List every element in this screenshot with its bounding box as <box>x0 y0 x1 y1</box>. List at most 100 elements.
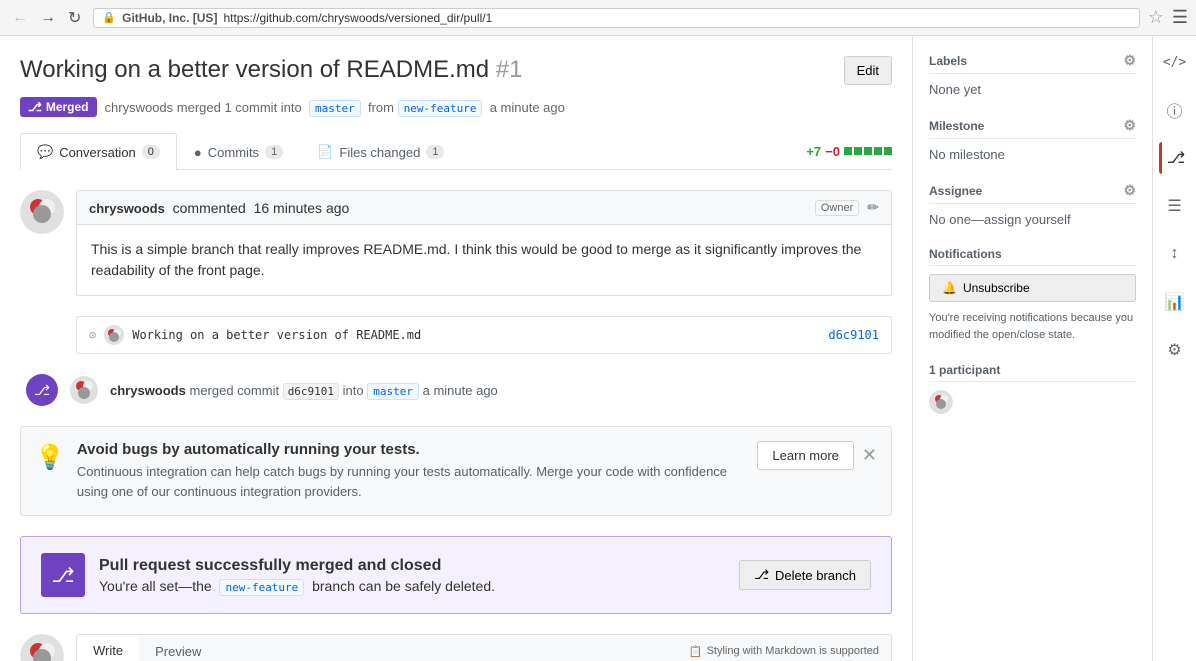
merged-success-desc: You're all set—the new-feature branch ca… <box>99 578 725 594</box>
comment-author: chryswoods <box>89 201 165 216</box>
pr-meta: ⎇ Merged chryswoods merged 1 commit into… <box>20 97 892 117</box>
tabs-bar: 💬 Conversation 0 ● Commits 1 📄 Files cha… <box>20 133 892 170</box>
sidebar-pr-icon[interactable]: ⎇ <box>1159 142 1191 174</box>
merged-badge: ⎇ Merged <box>20 97 97 117</box>
commit-reference: ⊙ Working on a better version of README.… <box>76 316 892 354</box>
notifications-section: Notifications 🔔 Unsubscribe You're recei… <box>929 247 1136 343</box>
page-header: Working on a better version of README.md… <box>20 56 892 85</box>
diff-add: +7 <box>806 144 821 159</box>
preview-tab[interactable]: Preview <box>139 635 217 661</box>
notifications-title: Notifications <box>929 247 1002 261</box>
delete-branch-button[interactable]: ⎇ Delete branch <box>739 560 871 590</box>
diff-block-3 <box>864 147 872 155</box>
tab-commits[interactable]: ● Commits 1 <box>177 134 300 170</box>
files-icon: 📄 <box>317 144 333 160</box>
files-tab-label: Files changed <box>339 145 420 160</box>
milestone-section: Milestone ⚙ No milestone <box>929 117 1136 162</box>
files-count: 1 <box>426 145 444 159</box>
pr-meta-text: chryswoods merged 1 commit into master f… <box>105 100 565 115</box>
tab-conversation[interactable]: 💬 Conversation 0 <box>20 133 177 170</box>
participants-section: 1 participant <box>929 363 1136 414</box>
tab-files-changed[interactable]: 📄 Files changed 1 <box>300 133 461 170</box>
browser-navigation: ← → ↻ <box>8 6 85 30</box>
merged-info: Pull request successfully merged and clo… <box>99 557 725 594</box>
notification-title: Avoid bugs by automatically running your… <box>77 441 746 458</box>
merged-success-box: ⎇ Pull request successfully merged and c… <box>20 536 892 614</box>
address-bar[interactable]: 🔒 GitHub, Inc. [US] https://github.com/c… <box>93 8 1139 28</box>
commit-hash[interactable]: d6c9101 <box>828 328 879 342</box>
sidebar-list-icon[interactable]: ☰ <box>1159 190 1191 222</box>
owner-badge: Owner <box>815 200 859 216</box>
sidebar-info-icon[interactable]: ⓘ <box>1159 94 1191 126</box>
merged-success-icon: ⎇ <box>41 553 85 597</box>
diff-stat: +7 −0 <box>806 144 892 159</box>
sidebar-code-icon[interactable]: </> <box>1159 46 1191 78</box>
assignee-gear-icon[interactable]: ⚙ <box>1123 182 1136 199</box>
diff-block-1 <box>844 147 852 155</box>
delete-branch-icon: ⎇ <box>754 567 769 583</box>
right-icon-sidebar: </> ⓘ ⎇ ☰ ↕ 📊 ⚙ <box>1152 36 1196 661</box>
assignee-header: Assignee ⚙ <box>929 182 1136 204</box>
learn-more-button[interactable]: Learn more <box>757 441 853 470</box>
merge-event-icon: ⎇ <box>26 374 58 406</box>
sidebar-chart-icon[interactable]: 📊 <box>1159 286 1191 318</box>
merge-event-row: ⎇ chryswoods merged commit d6c9101 into … <box>20 374 892 406</box>
bookmark-button[interactable]: ☆ <box>1148 7 1164 28</box>
pr-number: #1 <box>496 56 523 83</box>
milestone-gear-icon[interactable]: ⚙ <box>1123 117 1136 134</box>
participants-header: 1 participant <box>929 363 1136 382</box>
merge-target-branch: master <box>367 383 419 400</box>
comment-box: chryswoods commented 16 minutes ago Owne… <box>76 190 892 296</box>
edit-comment-icon[interactable]: ✏ <box>867 199 879 216</box>
conversation-tab-label: Conversation <box>59 145 136 160</box>
unsubscribe-button[interactable]: 🔔 Unsubscribe <box>929 274 1136 302</box>
notification-close-button[interactable]: ✕ <box>862 445 877 466</box>
labels-value: None yet <box>929 82 1136 97</box>
milestone-header: Milestone ⚙ <box>929 117 1136 139</box>
notifications-description: You're receiving notifications because y… <box>929 310 1136 343</box>
conversation-count: 0 <box>142 145 160 159</box>
diff-block-5 <box>884 147 892 155</box>
participant-row <box>929 390 1136 414</box>
labels-title: Labels <box>929 54 967 68</box>
source-branch: new-feature <box>398 100 483 117</box>
write-tab[interactable]: Write <box>77 635 139 661</box>
back-button[interactable]: ← <box>8 6 32 30</box>
merge-event-time: a minute ago <box>423 383 498 398</box>
comment-avatar <box>20 190 64 234</box>
milestone-value: No milestone <box>929 147 1136 162</box>
browser-bar: ← → ↻ 🔒 GitHub, Inc. [US] https://github… <box>0 0 1196 36</box>
target-branch: master <box>309 100 361 117</box>
merge-icon: ⎇ <box>28 100 42 114</box>
merge-event-author: chryswoods <box>110 383 186 398</box>
commit-message-text: Working on a better version of README.md <box>132 328 421 342</box>
participants-title: 1 participant <box>929 363 1000 377</box>
commits-count: 1 <box>265 145 283 159</box>
sidebar-settings-icon[interactable]: ⚙ <box>1159 334 1191 366</box>
notification-description: Continuous integration can help catch bu… <box>77 462 746 501</box>
participant-avatar <box>929 390 953 414</box>
edit-button[interactable]: Edit <box>844 56 892 85</box>
comment-time: 16 minutes ago <box>254 200 350 216</box>
right-panel: Labels ⚙ None yet Milestone ⚙ No milesto… <box>912 36 1152 661</box>
pr-title-text: Working on a better version of README.md <box>20 56 489 83</box>
comment-header: chryswoods commented 16 minutes ago Owne… <box>77 191 891 225</box>
assignee-title: Assignee <box>929 184 982 198</box>
forward-button[interactable]: → <box>36 6 60 30</box>
refresh-button[interactable]: ↻ <box>64 6 85 30</box>
notification-icon: 💡 <box>35 443 65 472</box>
url-text: https://github.com/chryswoods/versioned_… <box>223 11 492 25</box>
sidebar-graph-icon[interactable]: ↕ <box>1159 238 1191 270</box>
diff-del: −0 <box>825 144 840 159</box>
comment-section: chryswoods commented 16 minutes ago Owne… <box>20 190 892 296</box>
notification-actions: Learn more ✕ <box>757 441 877 470</box>
assignee-section: Assignee ⚙ No one—assign yourself <box>929 182 1136 227</box>
unsubscribe-icon: 🔔 <box>942 281 957 295</box>
deleted-branch: new-feature <box>219 579 304 596</box>
commits-tab-label: Commits <box>208 145 259 160</box>
new-comment-section: Write Preview 📋 Styling with Markdown is… <box>20 634 892 661</box>
merge-event-action: merged commit <box>189 383 282 398</box>
menu-button[interactable]: ☰ <box>1172 7 1188 28</box>
milestone-title: Milestone <box>929 119 984 133</box>
labels-gear-icon[interactable]: ⚙ <box>1123 52 1136 69</box>
